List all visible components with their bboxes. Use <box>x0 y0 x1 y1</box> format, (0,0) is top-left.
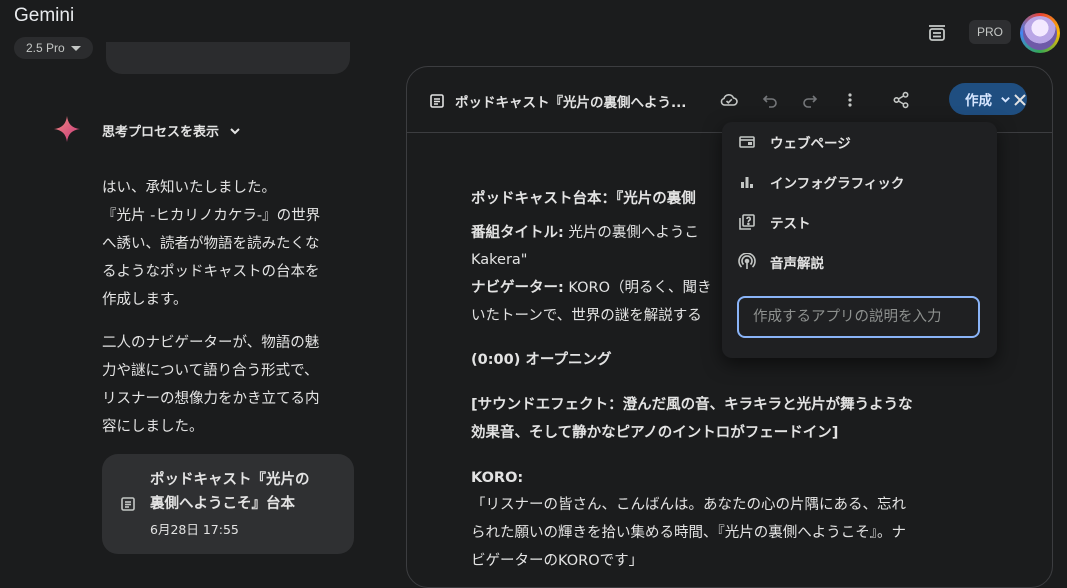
canvas-title: ポッドキャスト『光片の裏側へよう... <box>455 95 687 111</box>
model-selector[interactable]: 2.5 Pro <box>14 37 93 59</box>
menu-item-test[interactable]: テスト <box>722 202 997 242</box>
thinking-label: 思考プロセスを表示 <box>102 125 220 140</box>
card-title-line: ポッドキャスト『光片の <box>150 472 310 488</box>
incognito-chat-icon[interactable] <box>925 20 949 44</box>
webpage-icon <box>739 136 755 148</box>
card-title-line: 裏側へようこそ』台本 <box>150 496 295 512</box>
sfx-line-2: 効果音、そして静かなピアノのイントロがフェードイン] <box>471 425 839 441</box>
response-line: へ誘い、読者が物語を読みたくな <box>102 236 320 252</box>
model-label: 2.5 Pro <box>26 41 65 55</box>
gemini-spark-icon <box>53 115 81 143</box>
quiz-icon <box>739 214 755 230</box>
app-description-input[interactable] <box>737 296 980 338</box>
quote-line-1: 「リスナーの皆さん、こんばんは。あなたの心の片隅にある、忘れ <box>471 497 906 513</box>
response-line: はい、承知いたしました。 <box>102 180 276 196</box>
response-line: リスナーの想像力をかき立てる内 <box>102 391 320 407</box>
menu-item-webpage[interactable]: ウェブページ <box>722 122 997 162</box>
podcast-icon <box>738 253 756 269</box>
quote-line-3: ビゲーターのKOROです」 <box>471 553 644 569</box>
response-line: るようなポッドキャストの台本を <box>102 264 320 280</box>
response-line: 『光片 -ヒカリノカケラ-』の世界 <box>102 208 321 224</box>
menu-item-label: ウェブページ <box>770 136 851 152</box>
create-dropdown-menu: ウェブページ インフォグラフィック テスト 音声解説 <box>722 122 997 358</box>
create-label: 作成 <box>965 93 992 109</box>
avatar[interactable] <box>1020 13 1060 53</box>
show-thinking-toggle[interactable]: 思考プロセスを表示 <box>102 121 241 140</box>
response-line: 容にしました。 <box>102 419 204 435</box>
pro-badge: PRO <box>969 20 1012 44</box>
document-icon <box>120 496 136 512</box>
bar-chart-icon <box>741 177 753 188</box>
menu-item-label: 音声解説 <box>770 256 824 272</box>
menu-item-audio-overview[interactable]: 音声解説 <box>722 242 997 282</box>
response-paragraph-2: 二人のナビゲーターが、物語の魅 力や謎について語り合う形式で、 リスナーの想像力… <box>102 329 357 441</box>
quote-line-2: られた願いの輝きを拾い集める時間、『光片の裏側へようこそ』。ナ <box>471 525 906 541</box>
program-value: 光片の裏側へようこ <box>563 225 699 241</box>
undo-icon[interactable] <box>759 89 781 111</box>
redo-icon[interactable] <box>799 89 821 111</box>
cloud-save-icon[interactable] <box>718 89 740 111</box>
speaker-label: KORO: <box>471 470 524 486</box>
response-line: 力や謎について語り合う形式で、 <box>102 363 319 379</box>
menu-item-label: テスト <box>770 216 811 232</box>
document-icon <box>429 93 445 109</box>
program-label: 番組タイトル: <box>471 225 564 241</box>
navigator-value: KORO（明るく、聞き <box>563 280 712 296</box>
card-title: ポッドキャスト『光片の 裏側へようこそ』台本 <box>150 468 345 516</box>
close-icon[interactable] <box>1009 89 1031 111</box>
menu-item-infographic[interactable]: インフォグラフィック <box>722 162 997 202</box>
response-line: 二人のナビゲーターが、物語の魅 <box>102 335 320 351</box>
caret-down-icon <box>70 45 81 51</box>
share-icon[interactable] <box>890 89 912 111</box>
sfx-line-1: [サウンドエフェクト：澄んだ風の音、キラキラと光片が舞うような <box>471 397 913 413</box>
more-vert-icon[interactable] <box>839 89 861 111</box>
document-card[interactable]: ポッドキャスト『光片の 裏側へようこそ』台本 6月28日 17:55 <box>102 454 354 554</box>
app-title: Gemini <box>14 5 75 26</box>
response-paragraph-1: はい、承知いたしました。 『光片 -ヒカリノカケラ-』の世界 へ誘い、読者が物語… <box>102 174 357 314</box>
menu-item-label: インフォグラフィック <box>770 176 905 192</box>
chevron-down-icon <box>230 127 240 134</box>
card-date: 6月28日 17:55 <box>150 522 239 537</box>
navigator-label: ナビゲーター: <box>471 280 564 296</box>
response-line: 作成します。 <box>102 292 188 308</box>
previous-message-bubble <box>106 42 350 74</box>
